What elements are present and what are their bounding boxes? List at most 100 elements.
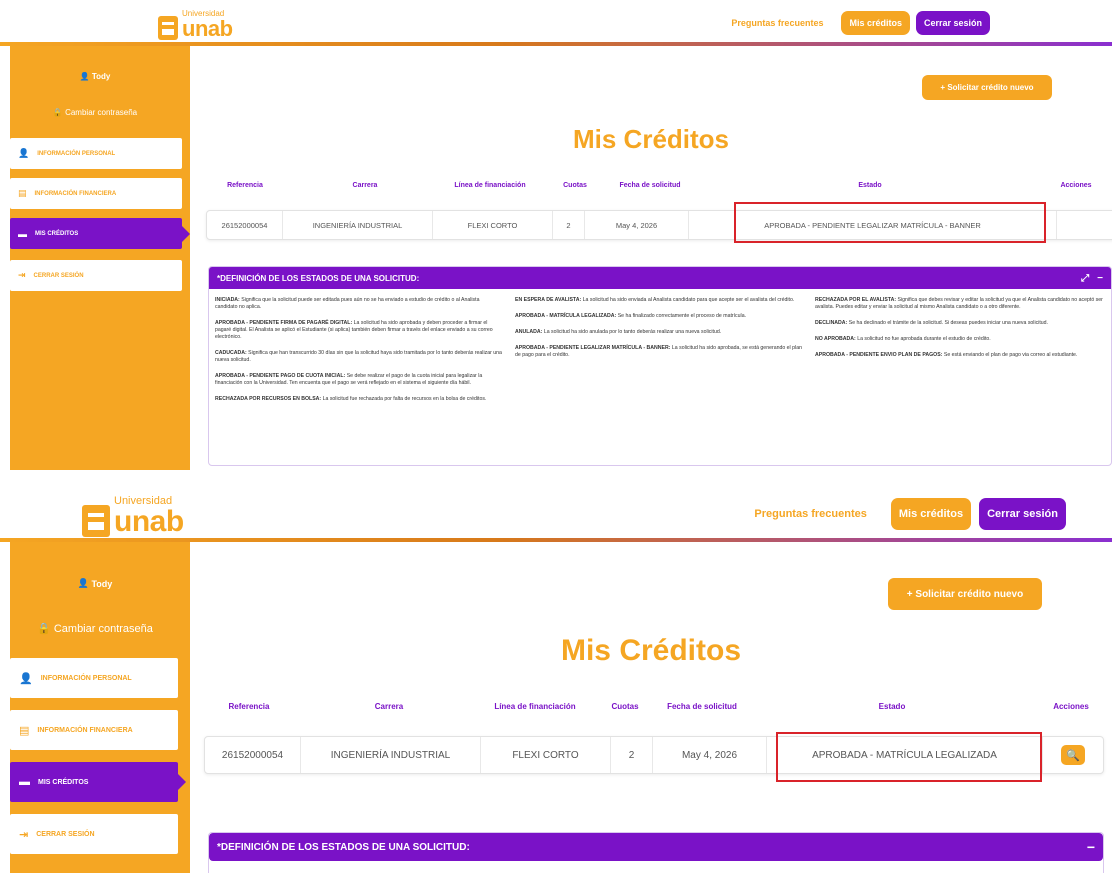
table-row: 26152000054 INGENIERÍA INDUSTRIAL FLEXI …	[204, 736, 1104, 774]
logout-button[interactable]: Cerrar sesión	[979, 498, 1066, 530]
status-description: La solicitud ha sido anulada por lo tant…	[543, 329, 722, 335]
new-credit-button[interactable]: + Solicitar crédito nuevo	[888, 578, 1042, 610]
user-icon: 👤	[77, 578, 89, 588]
status-term: APROBADA - MATRÍCULA LEGALIZADA:	[515, 313, 617, 319]
col-request-date: Fecha de solicitud	[667, 702, 737, 711]
unab-logo[interactable]: Universidad unab	[158, 10, 233, 40]
top-nav: Preguntas frecuentes Mis créditos Cerrar…	[731, 11, 990, 35]
cell-request-date: May 4, 2026	[653, 737, 767, 773]
sidebar-item-label: CERRAR SESIÓN	[36, 830, 95, 838]
user-icon: 👤	[79, 72, 90, 81]
screenshot-top: Universidad unab Preguntas frecuentes Mi…	[0, 0, 1112, 470]
definitions-column: EN ESPERA DE AVALISTA: La solicitud ha s…	[515, 297, 815, 412]
page-title: Mis Créditos	[572, 124, 730, 154]
sidebar-item-label: MIS CRÉDITOS	[35, 230, 79, 237]
document-icon: ▤	[18, 188, 27, 198]
status-definitions-panel: *DEFINICIÓN DE LOS ESTADOS DE UNA SOLICI…	[208, 832, 1104, 873]
panel-header[interactable]: *DEFINICIÓN DE LOS ESTADOS DE UNA SOLICI…	[209, 833, 1103, 861]
status-definition: ANULADA: La solicitud ha sido anulada po…	[515, 329, 803, 336]
faq-link[interactable]: Preguntas frecuentes	[754, 508, 866, 520]
status-description: Se ha finalizado correctamente el proces…	[617, 313, 747, 319]
collapse-icon[interactable]: −	[1087, 839, 1095, 855]
status-definition: APROBADA - MATRÍCULA LEGALIZADA: Se ha f…	[515, 313, 803, 320]
sidebar-item-personal-info[interactable]: 👤 INFORMACIÓN PERSONAL	[10, 138, 182, 169]
panel-header[interactable]: *DEFINICIÓN DE LOS ESTADOS DE UNA SOLICI…	[209, 267, 1111, 289]
unab-logo[interactable]: Universidad unab	[82, 496, 184, 537]
building-icon	[158, 16, 178, 40]
col-financing-line: Línea de financiación	[454, 182, 526, 189]
status-definition: EN ESPERA DE AVALISTA: La solicitud ha s…	[515, 297, 803, 304]
change-password-label: Cambiar contraseña	[65, 108, 138, 117]
cell-installments: 2	[553, 211, 585, 239]
sidebar-item-label: MIS CRÉDITOS	[38, 778, 89, 786]
user-icon: 👤	[19, 672, 33, 685]
status-definition: RECHAZADA POR RECURSOS EN BOLSA: La soli…	[215, 396, 503, 403]
status-term: APROBADA - PENDIENTE ENVIO PLAN DE PAGOS…	[815, 352, 943, 358]
status-term: ANULADA:	[515, 329, 543, 335]
my-credits-button[interactable]: Mis créditos	[841, 11, 910, 35]
cell-reference: 26152000054	[207, 211, 283, 239]
status-definition: APROBADA - PENDIENTE ENVIO PLAN DE PAGOS…	[815, 352, 1103, 359]
sidebar-item-my-credits[interactable]: ▬ MIS CRÉDITOS	[10, 218, 182, 249]
view-details-button[interactable]: 🔍	[1061, 745, 1085, 765]
status-term: RECHAZADA POR RECURSOS EN BOLSA:	[215, 396, 322, 402]
user-name: 👤 Tody	[10, 578, 180, 589]
table-header: Referencia Carrera Línea de financiación…	[190, 702, 1112, 711]
col-installments: Cuotas	[611, 702, 639, 711]
status-term: EN ESPERA DE AVALISTA:	[515, 297, 582, 303]
status-definition: CADUCADA: Significa que han transcurrido…	[215, 350, 503, 364]
status-definition: RECHAZADA POR EL AVALISTA: Significa que…	[815, 297, 1103, 311]
status-definitions-panel: *DEFINICIÓN DE LOS ESTADOS DE UNA SOLICI…	[208, 266, 1112, 466]
sidebar-item-personal-info[interactable]: 👤 INFORMACIÓN PERSONAL	[10, 658, 178, 698]
expand-icon[interactable]: ⤢	[1081, 273, 1089, 284]
cell-installments: 2	[611, 737, 653, 773]
lock-icon: 🔒	[37, 623, 51, 635]
status-description: Significa que la solicitud puede ser edi…	[215, 297, 480, 310]
page-title: Mis Créditos	[560, 634, 742, 667]
cell-status: APROBADA - PENDIENTE LEGALIZAR MATRÍCULA…	[689, 211, 1057, 239]
sidebar-item-logout[interactable]: ⇥ CERRAR SESIÓN	[10, 260, 182, 291]
faq-link[interactable]: Preguntas frecuentes	[731, 18, 823, 28]
sidebar-item-label: INFORMACIÓN FINANCIERA	[34, 190, 117, 197]
status-term: INICIADA:	[215, 297, 240, 303]
status-definition: APROBADA - PENDIENTE PAGO DE CUOTA INICI…	[215, 373, 503, 387]
status-description: Significa que han transcurrido 30 días s…	[215, 350, 502, 363]
col-actions: Acciones	[1053, 702, 1089, 711]
definitions-column: INICIADA: Significa que la solicitud pue…	[215, 297, 515, 412]
cell-reference: 26152000054	[205, 737, 301, 773]
top-nav: Preguntas frecuentes Mis créditos Cerrar…	[754, 498, 1066, 530]
status-term: CADUCADA:	[215, 350, 247, 356]
new-credit-button[interactable]: + Solicitar crédito nuevo	[922, 75, 1052, 100]
definitions-column: RECHAZADA POR EL AVALISTA: Significa que…	[815, 297, 1111, 412]
status-term: APROBADA - PENDIENTE LEGALIZAR MATRÍCULA…	[515, 345, 671, 351]
my-credits-button[interactable]: Mis créditos	[890, 498, 972, 530]
sidebar-item-logout[interactable]: ⇥ CERRAR SESIÓN	[10, 814, 178, 854]
change-password-label: Cambiar contraseña	[53, 622, 153, 635]
status-description: Se ha declinado el trámite de la solicit…	[848, 320, 1048, 326]
main-content: + Solicitar crédito nuevo Mis Créditos R…	[190, 46, 1112, 470]
status-term: DECLINADA:	[815, 320, 848, 326]
logo-big-text: unab	[114, 505, 184, 538]
table-row: 26152000054 INGENIERÍA INDUSTRIAL FLEXI …	[206, 210, 1112, 240]
sidebar-item-my-credits[interactable]: ▬ MIS CRÉDITOS	[10, 762, 178, 802]
status-term: NO APROBADA:	[815, 336, 856, 342]
collapse-icon[interactable]: −	[1097, 273, 1103, 284]
sidebar-item-label: INFORMACIÓN PERSONAL	[37, 150, 116, 157]
sidebar: 👤 Tody 🔒 Cambiar contraseña 👤 INFORMACIÓN…	[10, 46, 190, 470]
screenshot-bottom: Universidad unab Preguntas frecuentes Mi…	[0, 484, 1112, 873]
sidebar: 👤 Tody 🔒 Cambiar contraseña 👤 INFORMACIÓN…	[10, 542, 190, 873]
status-description: La solicitud ha sido enviada al Analista…	[582, 297, 795, 303]
status-definition: INICIADA: Significa que la solicitud pue…	[215, 297, 503, 311]
cell-actions	[1057, 211, 1112, 239]
col-reference: Referencia	[227, 182, 263, 189]
change-password-link[interactable]: 🔒 Cambiar contraseña	[10, 622, 180, 636]
logout-button[interactable]: Cerrar sesión	[915, 11, 990, 35]
cell-actions: 🔍	[1043, 737, 1103, 773]
change-password-link[interactable]: 🔒 Cambiar contraseña	[10, 108, 180, 117]
sidebar-item-label: INFORMACIÓN PERSONAL	[40, 674, 132, 682]
sidebar-item-financial-info[interactable]: ▤ INFORMACIÓN FINANCIERA	[10, 178, 182, 209]
status-description: Se está enviando el plan de pago via cor…	[943, 352, 1078, 358]
sidebar-item-label: CERRAR SESIÓN	[33, 272, 84, 279]
status-description: La solicitud fue rechazada por falta de …	[322, 396, 487, 402]
sidebar-item-financial-info[interactable]: ▤ INFORMACIÓN FINANCIERA	[10, 710, 178, 750]
